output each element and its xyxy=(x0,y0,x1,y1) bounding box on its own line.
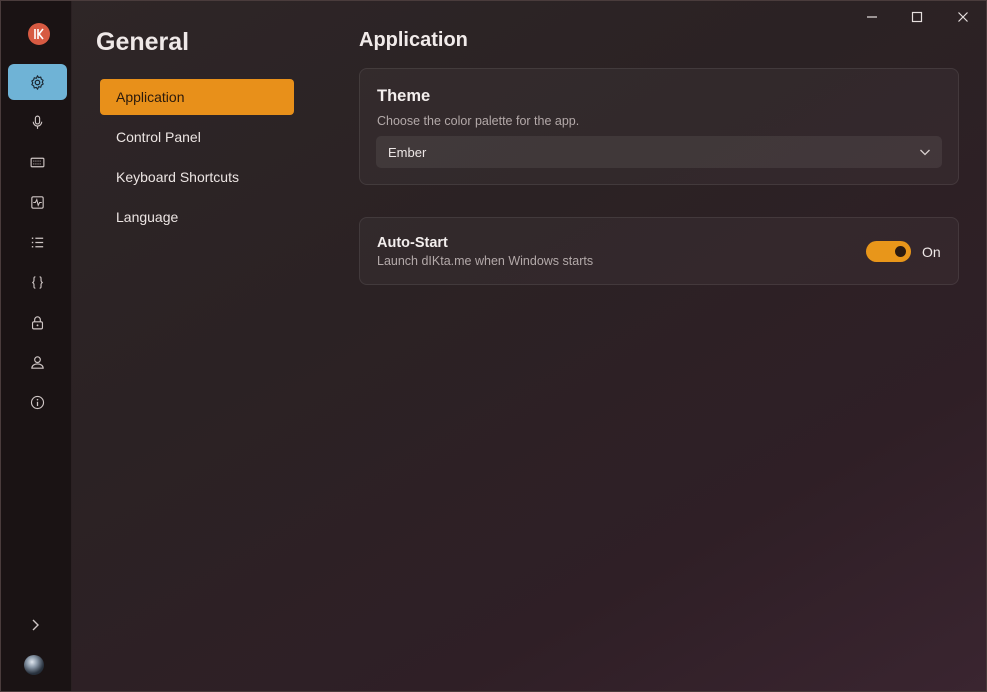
theme-title: Theme xyxy=(377,87,431,105)
autostart-toggle[interactable] xyxy=(866,241,911,262)
list-icon xyxy=(31,237,44,247)
rail-item-account[interactable] xyxy=(8,344,67,380)
theme-select[interactable]: Ember xyxy=(376,136,942,168)
app-window: General Application Control Panel Keyboa… xyxy=(0,0,987,692)
rail-item-code[interactable] xyxy=(8,264,67,300)
theme-description: Choose the color palette for the app. xyxy=(377,114,580,128)
nav-item-keyboard-shortcuts[interactable]: Keyboard Shortcuts xyxy=(100,159,294,195)
rail-item-list[interactable] xyxy=(8,224,67,260)
rail-item-about[interactable] xyxy=(8,384,67,420)
braces-icon xyxy=(32,275,43,289)
close-button[interactable] xyxy=(953,7,973,27)
user-icon xyxy=(31,355,44,369)
autostart-description: Launch dIKta.me when Windows starts xyxy=(377,254,594,268)
section-title: General xyxy=(96,28,190,56)
chevron-right-icon[interactable] xyxy=(27,615,43,635)
chevron-down-icon xyxy=(920,149,930,156)
theme-card: Theme Choose the color palette for the a… xyxy=(359,68,959,185)
maximize-icon xyxy=(911,11,923,23)
close-icon xyxy=(958,12,968,22)
icon-rail xyxy=(1,1,72,691)
nav-item-language[interactable]: Language xyxy=(100,199,294,235)
keyboard-icon xyxy=(30,157,45,167)
toggle-knob xyxy=(895,246,906,257)
gear-icon xyxy=(31,74,44,90)
nav-item-application[interactable]: Application xyxy=(100,79,294,115)
info-icon xyxy=(30,395,45,409)
theme-select-value: Ember xyxy=(388,144,427,160)
rail-item-keyboard[interactable] xyxy=(8,144,67,180)
minimize-button[interactable] xyxy=(862,7,882,27)
lock-icon xyxy=(31,315,44,329)
autostart-state-label: On xyxy=(922,244,941,260)
maximize-button[interactable] xyxy=(907,7,927,27)
user-avatar[interactable] xyxy=(24,655,44,675)
activity-icon xyxy=(31,195,44,209)
minimize-icon xyxy=(867,16,877,18)
dikta-logo-icon[interactable] xyxy=(28,23,50,45)
microphone-icon xyxy=(32,115,43,129)
page-title: Application xyxy=(359,29,468,51)
autostart-card: Auto-Start Launch dIKta.me when Windows … xyxy=(359,217,959,285)
rail-item-activity[interactable] xyxy=(8,184,67,220)
rail-item-microphone[interactable] xyxy=(8,104,67,140)
rail-item-settings[interactable] xyxy=(8,64,67,100)
autostart-title: Auto-Start xyxy=(377,235,448,251)
rail-item-privacy[interactable] xyxy=(8,304,67,340)
nav-item-control-panel[interactable]: Control Panel xyxy=(100,119,294,155)
